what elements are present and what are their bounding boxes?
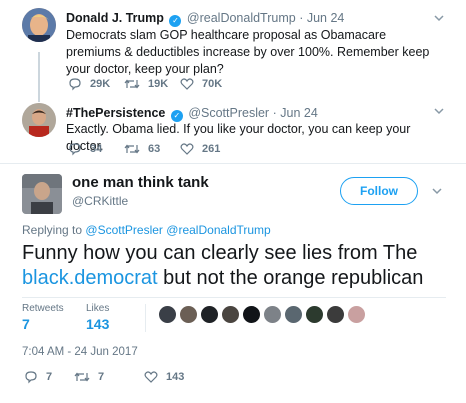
liker-avatar[interactable] [221, 305, 240, 324]
retweet-button[interactable]: 63 [124, 142, 180, 156]
author-handle[interactable]: @CRKittle [72, 194, 128, 208]
liker-avatar[interactable] [242, 305, 261, 324]
liker-avatar[interactable] [284, 305, 303, 324]
liker-avatar[interactable] [263, 305, 282, 324]
reply-button[interactable]: 34 [68, 142, 124, 156]
reply-icon [69, 78, 81, 91]
mention-link[interactable]: @ScottPresler [85, 223, 163, 237]
liker-avatar[interactable] [326, 305, 345, 324]
reply-count: 29K [90, 78, 111, 90]
separator: · [272, 106, 277, 120]
retweet-count: 63 [148, 143, 161, 155]
chevron-down-icon[interactable] [430, 184, 444, 198]
retweet-icon [124, 79, 140, 89]
tweet-header: Donald J. Trump ✓ @realDonaldTrump · Jun… [66, 11, 344, 27]
like-button[interactable]: 261 [180, 142, 236, 156]
retweet-button[interactable]: 7 [74, 370, 144, 384]
reply-count: 34 [90, 143, 103, 155]
reply-button[interactable]: 29K [68, 77, 124, 91]
avatar[interactable] [22, 103, 56, 137]
retweets-value: 7 [22, 316, 30, 332]
stat-separator [145, 304, 146, 332]
retweet-icon [74, 372, 90, 382]
author-name[interactable]: one man think tank [72, 174, 209, 191]
like-count: 261 [202, 143, 221, 155]
retweet-icon [124, 144, 140, 154]
divider [22, 297, 446, 298]
heart-icon [144, 371, 158, 383]
liker-avatar[interactable] [158, 305, 177, 324]
likes-value: 143 [86, 316, 110, 332]
heart-icon [180, 78, 194, 90]
tweet-actions: 34 63 261 [68, 142, 236, 156]
reply-button[interactable]: 7 [24, 370, 74, 384]
avatar[interactable] [22, 174, 62, 214]
tweet-text-part: but not the orange republican [157, 267, 424, 289]
tweet-link[interactable]: black.democrat [22, 267, 158, 289]
likers-avatars [158, 305, 368, 324]
tweet-actions: 7 7 143 [24, 370, 204, 384]
likes-stat[interactable]: Likes 143 [86, 303, 109, 332]
mention-link[interactable]: @realDonaldTrump [166, 223, 270, 237]
reply-count: 7 [46, 371, 53, 383]
liker-avatar[interactable] [305, 305, 324, 324]
retweet-count: 19K [148, 78, 169, 90]
like-button[interactable]: 143 [144, 370, 204, 384]
tweet-timestamp[interactable]: 7:04 AM - 24 Jun 2017 [22, 346, 138, 358]
replying-to: Replying to @ScottPresler @realDonaldTru… [22, 223, 271, 237]
chevron-down-icon[interactable] [432, 104, 446, 118]
retweets-stat[interactable]: Retweets 7 [22, 303, 64, 332]
liker-avatar[interactable] [200, 305, 219, 324]
thread-connector [38, 52, 40, 102]
tweet-date[interactable]: Jun 24 [307, 11, 345, 25]
handle[interactable]: @ScottPresler [188, 106, 269, 120]
like-button[interactable]: 70K [180, 77, 236, 91]
verified-icon: ✓ [169, 15, 182, 27]
tweet-text-part: Funny how you can clearly see lies from … [22, 242, 418, 264]
retweet-button[interactable]: 19K [124, 77, 180, 91]
chevron-down-icon[interactable] [432, 11, 446, 25]
follow-button[interactable]: Follow [340, 177, 418, 205]
like-count: 143 [166, 371, 185, 383]
tweet-text: Funny how you can clearly see lies from … [22, 241, 452, 291]
divider [0, 163, 466, 164]
reply-icon [69, 143, 81, 156]
like-count: 70K [202, 78, 223, 90]
tweet-header: #ThePersistence ✓ @ScottPresler · Jun 24 [66, 106, 318, 122]
handle[interactable]: @realDonaldTrump [187, 11, 296, 25]
replying-to-label: Replying to [22, 223, 83, 237]
retweets-label: Retweets [22, 303, 64, 314]
reply-icon [25, 371, 37, 384]
retweet-count: 7 [98, 371, 105, 383]
heart-icon [180, 143, 194, 155]
liker-avatar[interactable] [347, 305, 366, 324]
display-name[interactable]: #ThePersistence [66, 106, 165, 120]
separator: · [299, 11, 304, 25]
tweet-actions: 29K 19K 70K [68, 77, 236, 91]
display-name[interactable]: Donald J. Trump [66, 11, 164, 25]
likes-label: Likes [86, 303, 110, 314]
tweet-date[interactable]: Jun 24 [280, 106, 318, 120]
liker-avatar[interactable] [179, 305, 198, 324]
avatar[interactable] [22, 8, 56, 42]
tweet-text: Democrats slam GOP healthcare proposal a… [66, 28, 430, 76]
